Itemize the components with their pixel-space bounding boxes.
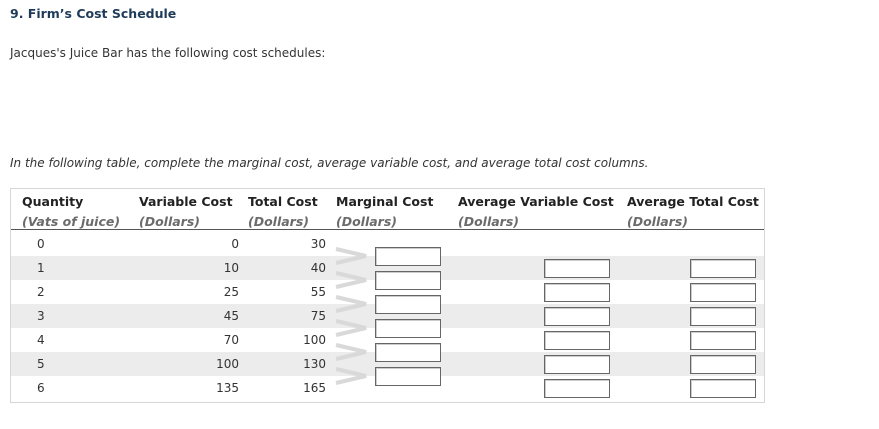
header-marginal-cost: Marginal Cost (Dollars)	[336, 192, 433, 232]
header-variable-cost-unit: (Dollars)	[139, 214, 200, 229]
header-variable-cost-label: Variable Cost	[139, 194, 233, 209]
header-atc-unit: (Dollars)	[627, 214, 688, 229]
total-cost-cell: 130	[303, 357, 326, 371]
total-cost-cell: 165	[303, 381, 326, 395]
cost-schedule-table: Quantity (Vats of juice) Variable Cost (…	[10, 188, 765, 403]
instruction-text: In the following table, complete the mar…	[10, 156, 649, 170]
avc-input[interactable]	[544, 307, 610, 326]
variable-cost-cell: 100	[216, 357, 239, 371]
header-avc-unit: (Dollars)	[458, 214, 519, 229]
marginal-arrow-icon	[335, 367, 367, 385]
header-marginal-cost-label: Marginal Cost	[336, 194, 434, 209]
avc-input[interactable]	[544, 283, 610, 302]
header-variable-cost: Variable Cost (Dollars)	[139, 192, 233, 232]
atc-input[interactable]	[690, 283, 756, 302]
header-atc: Average Total Cost (Dollars)	[627, 192, 759, 232]
quantity-cell: 6	[37, 381, 45, 395]
atc-input[interactable]	[690, 259, 756, 278]
avc-input[interactable]	[544, 259, 610, 278]
header-marginal-cost-unit: (Dollars)	[336, 214, 397, 229]
quantity-cell: 4	[37, 333, 45, 347]
question-title: 9. Firm’s Cost Schedule	[10, 6, 177, 21]
atc-input[interactable]	[690, 355, 756, 374]
marginal-arrow-icon	[335, 271, 367, 289]
variable-cost-cell: 45	[223, 309, 239, 323]
header-quantity-label: Quantity	[22, 194, 84, 209]
variable-cost-cell: 10	[223, 261, 239, 275]
header-quantity-unit: (Vats of juice)	[22, 214, 121, 229]
marginal-cost-input[interactable]	[375, 367, 441, 386]
header-atc-label: Average Total Cost	[627, 194, 759, 209]
quantity-cell: 1	[37, 261, 45, 275]
header-total-cost-label: Total Cost	[248, 194, 318, 209]
marginal-cost-input[interactable]	[375, 247, 441, 266]
header-total-cost: Total Cost (Dollars)	[248, 192, 318, 232]
avc-input[interactable]	[544, 355, 610, 374]
header-total-cost-unit: (Dollars)	[248, 214, 309, 229]
variable-cost-cell: 135	[216, 381, 239, 395]
quantity-cell: 3	[37, 309, 45, 323]
total-cost-cell: 75	[310, 309, 326, 323]
atc-input[interactable]	[690, 307, 756, 326]
header-avc-label: Average Variable Cost	[458, 194, 614, 209]
total-cost-cell: 55	[310, 285, 326, 299]
marginal-arrow-icon	[335, 247, 367, 265]
header-avc: Average Variable Cost (Dollars)	[458, 192, 614, 232]
total-cost-cell: 40	[310, 261, 326, 275]
quantity-cell: 2	[37, 285, 45, 299]
avc-input[interactable]	[544, 379, 610, 398]
atc-input[interactable]	[690, 331, 756, 350]
marginal-cost-input[interactable]	[375, 343, 441, 362]
marginal-cost-input[interactable]	[375, 271, 441, 290]
table-header: Quantity (Vats of juice) Variable Cost (…	[11, 189, 764, 230]
variable-cost-cell: 0	[231, 237, 239, 251]
atc-input[interactable]	[690, 379, 756, 398]
header-quantity: Quantity (Vats of juice)	[22, 192, 120, 232]
avc-input[interactable]	[544, 331, 610, 350]
marginal-cost-input[interactable]	[375, 295, 441, 314]
variable-cost-cell: 70	[223, 333, 239, 347]
marginal-cost-input[interactable]	[375, 319, 441, 338]
marginal-arrow-icon	[335, 319, 367, 337]
intro-text: Jacques's Juice Bar has the following co…	[10, 46, 326, 60]
marginal-arrow-icon	[335, 343, 367, 361]
marginal-arrow-icon	[335, 295, 367, 313]
quantity-cell: 0	[37, 237, 45, 251]
total-cost-cell: 30	[310, 237, 326, 251]
total-cost-cell: 100	[303, 333, 326, 347]
quantity-cell: 5	[37, 357, 45, 371]
variable-cost-cell: 25	[223, 285, 239, 299]
